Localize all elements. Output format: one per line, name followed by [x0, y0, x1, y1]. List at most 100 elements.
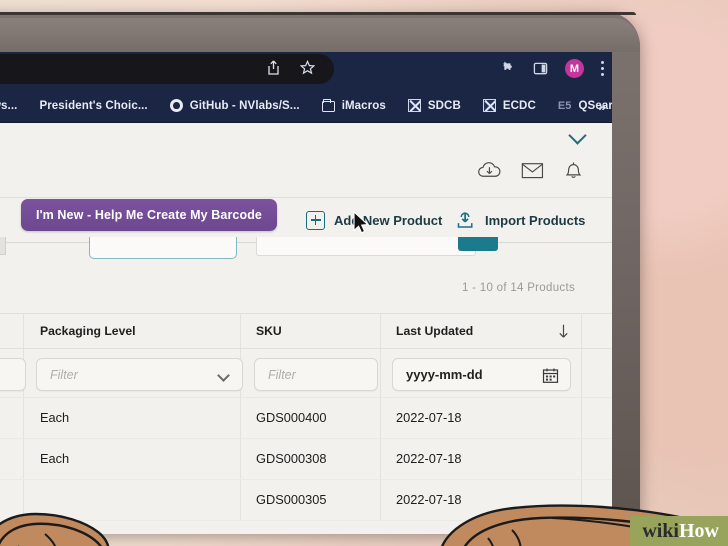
cell-packaging-level: Each: [40, 410, 70, 425]
filter-input-last-updated[interactable]: yyyy-mm-dd: [392, 358, 571, 391]
folder-icon: [321, 99, 335, 112]
column-divider: [380, 314, 381, 348]
chrome-right-icons: M: [500, 59, 604, 78]
three-dots-vertical-icon[interactable]: [601, 61, 604, 76]
sort-descending-arrow-icon[interactable]: [558, 324, 569, 339]
search-submit-button[interactable]: [458, 237, 498, 251]
share-icon[interactable]: [267, 60, 280, 75]
cloud-download-icon[interactable]: [477, 159, 502, 181]
secondary-search-field[interactable]: [256, 237, 476, 256]
bookmark-label: ws...: [0, 99, 18, 112]
bookmark-item-4[interactable]: SDCB: [397, 93, 472, 119]
cell-sku: GDS000400: [256, 410, 327, 425]
bookmark-label: SDCB: [427, 99, 461, 112]
table-row[interactable]: Each GDS000400 2022-07-18: [0, 398, 612, 439]
notification-bell-icon[interactable]: [563, 159, 584, 181]
bookmarks-bar: ws... President's Choic... GitHub - NVla…: [0, 88, 612, 123]
column-divider: [240, 439, 241, 479]
profile-avatar[interactable]: M: [565, 59, 584, 78]
column-header-sku[interactable]: SKU: [256, 324, 282, 338]
add-new-product-button[interactable]: Add New Product: [306, 210, 443, 230]
github-icon: [169, 99, 183, 112]
import-products-label: Import Products: [485, 212, 586, 228]
results-count-row: 1 - 10 of 14 Products: [0, 269, 612, 313]
calendar-icon[interactable]: [542, 367, 559, 384]
results-count-label: 1 - 10 of 14 Products: [461, 282, 575, 294]
mail-envelope-icon[interactable]: [521, 161, 544, 180]
address-bar-icons: [267, 60, 315, 75]
bookmark-label: iMacros: [341, 99, 386, 112]
column-divider: [380, 398, 381, 438]
filter-date-placeholder: yyyy-mm-dd: [406, 367, 483, 382]
column-divider: [380, 349, 381, 397]
column-divider: [240, 314, 241, 348]
filter-select-packaging-level[interactable]: Filter: [36, 358, 243, 391]
bookmark-label: GitHub - NVlabs/S...: [189, 99, 300, 112]
column-header-last-updated[interactable]: Last Updated: [396, 324, 473, 338]
side-panel-icon[interactable]: [533, 61, 548, 76]
active-search-field[interactable]: [89, 237, 237, 259]
bookmark-item-2[interactable]: GitHub - NVlabs/S...: [159, 93, 311, 119]
import-products-button[interactable]: Import Products: [455, 211, 585, 230]
column-divider: [23, 398, 24, 438]
chevron-down-icon[interactable]: [217, 369, 230, 382]
bookmark-item-3[interactable]: iMacros: [311, 93, 397, 119]
extensions-puzzle-icon[interactable]: [500, 61, 516, 77]
table-header-row: Packaging Level SKU Last Updated: [0, 313, 612, 349]
filter-placeholder: Filter: [268, 367, 296, 382]
column-header-packaging-level[interactable]: Packaging Level: [40, 324, 136, 338]
column-divider: [581, 349, 582, 397]
bookmark-star-icon[interactable]: [300, 60, 315, 75]
column-divider: [23, 480, 24, 520]
filter-placeholder: Filter: [50, 367, 78, 382]
collapse-row: [0, 123, 612, 150]
cell-last-updated: 2022-07-18: [396, 451, 462, 466]
laptop-screen-bezel: [0, 18, 640, 52]
partial-control-left[interactable]: [0, 237, 6, 255]
plus-box-icon: [306, 210, 325, 230]
watermark-wiki: wiki: [642, 520, 679, 542]
filter-input-partial-left[interactable]: [0, 358, 26, 391]
bookmark-item-0[interactable]: ws...: [0, 93, 28, 119]
wikihow-watermark: wikiHow: [630, 516, 728, 546]
e5-icon: E5: [557, 99, 572, 112]
column-divider: [581, 398, 582, 438]
watermark-how: How: [679, 520, 719, 542]
bookmark-item-5[interactable]: ECDC: [472, 93, 547, 119]
column-divider: [581, 480, 582, 520]
bookmark-label: QSearch: [578, 99, 612, 112]
cell-sku: GDS000308: [256, 451, 327, 466]
column-divider: [240, 480, 241, 520]
chevron-down-icon[interactable]: [568, 126, 587, 145]
table-filter-row: Filter Filter yyyy-mm-dd: [0, 349, 612, 398]
bookmark-label: ECDC: [502, 99, 536, 112]
browser-chrome: M ws... President's Choic... GitHub - NV…: [0, 52, 612, 123]
create-barcode-button[interactable]: I'm New - Help Me Create My Barcode: [21, 199, 277, 231]
column-divider: [23, 439, 24, 479]
column-divider: [581, 439, 582, 479]
cell-sku: GDS000305: [256, 492, 327, 507]
column-divider: [23, 314, 24, 348]
bookmark-item-1[interactable]: President's Choic...: [28, 93, 158, 119]
bookmark-label: President's Choic...: [39, 99, 148, 112]
import-download-icon: [455, 211, 476, 230]
broken-image-icon: [482, 99, 496, 112]
web-page-content: I'm New - Help Me Create My Barcode Add …: [0, 123, 612, 534]
filter-input-sku[interactable]: Filter: [254, 358, 378, 391]
cell-last-updated: 2022-07-18: [396, 410, 462, 425]
products-table: Packaging Level SKU Last Updated Filter: [0, 313, 612, 521]
column-divider: [380, 480, 381, 520]
cell-packaging-level: Each: [40, 451, 70, 466]
utility-icons: [477, 159, 584, 181]
bookmarks-overflow-button[interactable]: »: [598, 98, 606, 114]
search-strip: [0, 237, 612, 269]
utility-toolbar: [0, 150, 612, 198]
browser-toolbar: M: [0, 52, 612, 88]
table-row[interactable]: Each GDS000308 2022-07-18: [0, 439, 612, 480]
laptop-screen: M ws... President's Choic... GitHub - NV…: [0, 52, 612, 534]
add-new-product-label: Add New Product: [334, 212, 443, 228]
table-row[interactable]: GDS000305 2022-07-18: [0, 480, 612, 521]
column-divider: [380, 439, 381, 479]
broken-image-icon: [407, 99, 421, 112]
cell-last-updated: 2022-07-18: [396, 492, 462, 507]
